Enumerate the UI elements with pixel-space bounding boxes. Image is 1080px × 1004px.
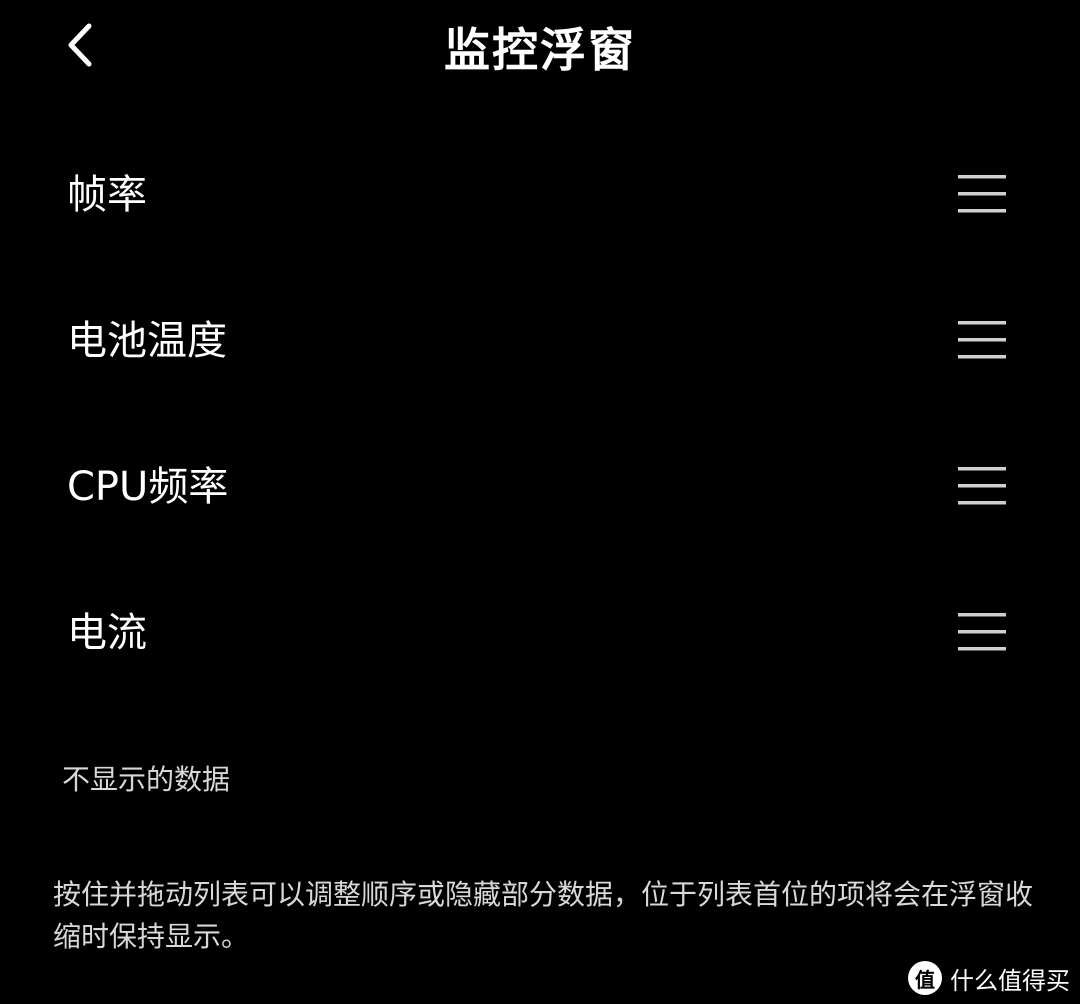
watermark-logo: 值	[908, 961, 942, 995]
header-bar: 监控浮窗	[0, 0, 1080, 100]
watermark: 值 什么值得买	[908, 958, 1070, 998]
hidden-data-section-label: 不显示的数据	[62, 763, 231, 796]
item-label: CPU频率	[67, 464, 229, 510]
drag-handle-icon[interactable]	[956, 610, 1008, 654]
list-item-frame-rate[interactable]: 帧率	[0, 122, 1080, 268]
watermark-text: 什么值得买	[950, 966, 1070, 995]
drag-handle-icon[interactable]	[956, 318, 1008, 362]
list-item-current[interactable]: 电流	[0, 560, 1080, 706]
item-label: 电流	[67, 610, 147, 656]
list-item-battery-temperature[interactable]: 电池温度	[0, 268, 1080, 414]
list-item-cpu-frequency[interactable]: CPU频率	[0, 414, 1080, 560]
item-label: 帧率	[67, 172, 147, 218]
drag-handle-icon[interactable]	[956, 464, 1008, 508]
drag-handle-icon[interactable]	[956, 172, 1008, 216]
page-title: 监控浮窗	[444, 23, 636, 77]
hint-text: 按住并拖动列表可以调整顺序或隐藏部分数据，位于列表首位的项将会在浮窗收缩时保持显…	[53, 878, 1034, 953]
item-label: 电池温度	[67, 318, 227, 364]
